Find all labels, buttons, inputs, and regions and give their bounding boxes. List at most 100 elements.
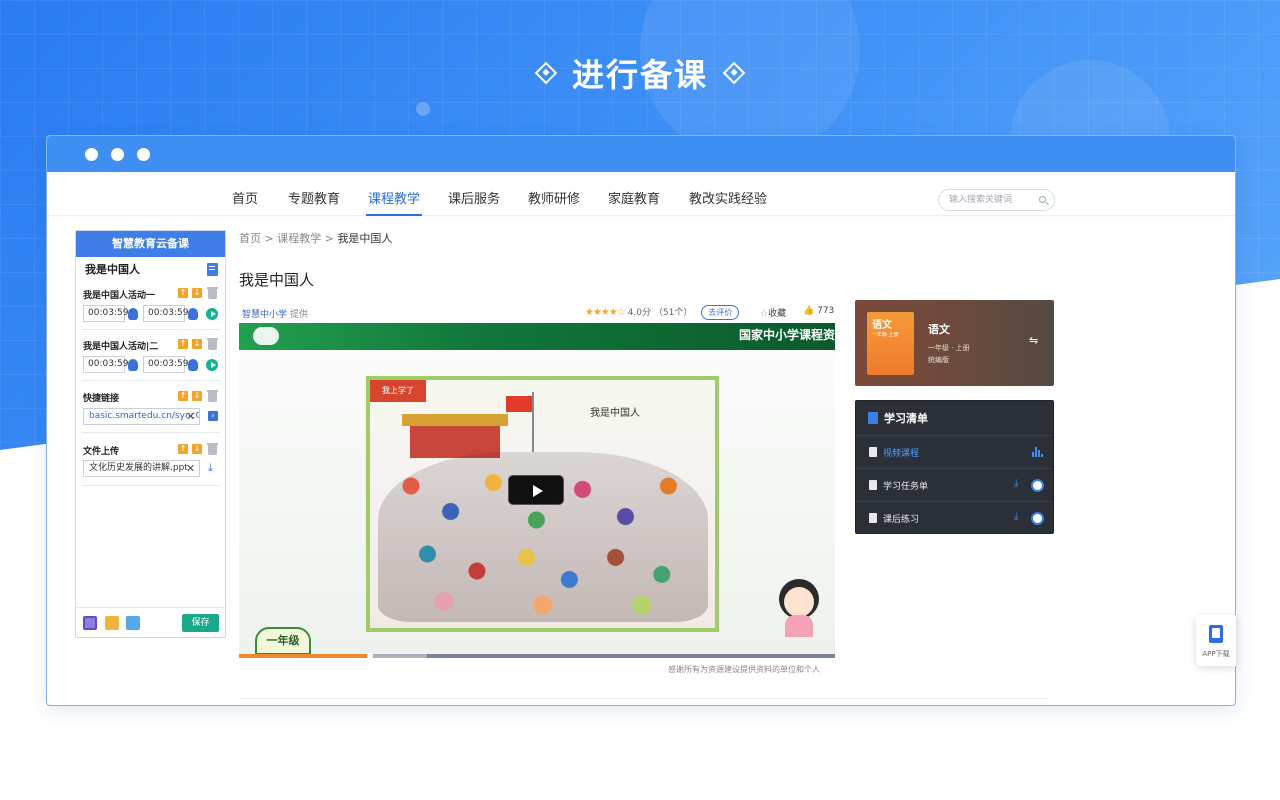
book-name: 语文 xyxy=(928,323,950,336)
video-banner: 国家中小学课程资 xyxy=(239,323,835,350)
move-down-icon[interactable]: ↓ xyxy=(192,391,202,401)
trash-icon[interactable] xyxy=(207,443,218,455)
edit-icon[interactable] xyxy=(207,263,218,276)
move-down-icon[interactable]: ↓ xyxy=(192,444,202,454)
video-resource-icon[interactable] xyxy=(83,616,97,630)
clear-icon[interactable]: ✕ xyxy=(186,411,195,422)
list-item-task-sheet[interactable]: 学习任务单 ⤓ xyxy=(856,468,1053,501)
trash-icon[interactable] xyxy=(207,338,218,350)
study-list-title: 学习清单 xyxy=(884,412,928,425)
bubble xyxy=(416,102,430,116)
move-up-icon[interactable]: ↑ xyxy=(178,339,188,349)
clear-icon[interactable]: ✕ xyxy=(186,463,195,474)
study-list: 学习清单 视频课程 学习任务单 ⤓ 课后练习 ⤓ xyxy=(855,400,1054,534)
trash-icon[interactable] xyxy=(207,390,218,402)
diamond-icon xyxy=(722,61,746,85)
switch-book-icon[interactable]: ⇋ xyxy=(1029,334,1038,347)
nav-item-topics[interactable]: 专题教育 xyxy=(288,172,340,216)
nav-item-reform[interactable]: 教改实践经验 xyxy=(689,172,767,216)
end-time-field[interactable]: 00:03:59 xyxy=(143,356,188,373)
search-input[interactable]: 输入搜索关键词 xyxy=(938,189,1055,211)
activity-title: 我是中国人活动|二 xyxy=(83,342,159,352)
nav-item-home[interactable]: 首页 xyxy=(232,172,258,216)
bar-chart-icon xyxy=(1032,447,1044,457)
play-icon[interactable] xyxy=(206,359,218,371)
download-icon[interactable]: ⤓ xyxy=(1014,511,1018,522)
link-resource-icon[interactable] xyxy=(126,616,140,630)
book-edition: 统编版 xyxy=(928,356,949,364)
select-toggle[interactable] xyxy=(1031,479,1044,492)
video-player[interactable]: 国家中小学课程资 我上学了 我是中国人 一年级 xyxy=(239,323,835,658)
trash-icon[interactable] xyxy=(207,287,218,299)
move-down-icon[interactable]: ↓ xyxy=(192,288,202,298)
nav-item-teacher-training[interactable]: 教师研修 xyxy=(528,172,580,216)
quick-link-input[interactable]: basic.smartedu.cn/syncCl xyxy=(83,408,200,425)
video-progress-bar[interactable] xyxy=(239,653,835,658)
window-dot xyxy=(85,148,98,161)
logo-icon xyxy=(253,327,279,345)
textbook-card[interactable]: 语文 一年级·上册 语文 一年级 · 上册 统编版 ⇋ xyxy=(855,300,1054,386)
breadcrumb-home[interactable]: 首页 xyxy=(239,232,261,245)
nav-item-family[interactable]: 家庭教育 xyxy=(608,172,660,216)
download-icon[interactable]: ⤓ xyxy=(1014,478,1018,489)
start-time-field[interactable]: 00:03:59 xyxy=(83,305,128,322)
play-icon[interactable] xyxy=(206,308,218,320)
end-time-field[interactable]: 00:03:59 xyxy=(143,305,188,322)
pick-time-icon[interactable] xyxy=(188,308,198,320)
document-icon xyxy=(869,513,877,523)
search-icon[interactable] xyxy=(1039,196,1046,203)
list-item-video-course[interactable]: 视频课程 xyxy=(856,435,1053,468)
window-titlebar xyxy=(47,136,1235,172)
move-up-icon[interactable]: ↑ xyxy=(178,288,188,298)
breadcrumb-courses[interactable]: 课程教学 xyxy=(277,232,321,245)
download-icon[interactable]: ⤓ xyxy=(208,462,213,473)
illustration-tag: 我上学了 xyxy=(370,380,426,402)
lesson-prep-panel: 智慧教育云备课 我是中国人 我是中国人活动一 ↑ ↓ 00:03:59 00:0… xyxy=(75,230,226,638)
move-up-icon[interactable]: ↑ xyxy=(178,444,188,454)
flag-icon xyxy=(506,396,532,412)
star-rating-icon: ★★★★☆ xyxy=(585,307,626,318)
uploaded-file-field[interactable]: 文化历史发展的讲解.ppt xyxy=(83,460,200,477)
start-time-field[interactable]: 00:03:59 xyxy=(83,356,128,373)
divider xyxy=(82,329,220,330)
app-download-button[interactable]: APP下载 xyxy=(1196,615,1236,666)
nav-item-after-school[interactable]: 课后服务 xyxy=(448,172,500,216)
move-up-icon[interactable]: ↑ xyxy=(178,391,188,401)
book-grade: 一年级 · 上册 xyxy=(928,344,970,352)
thumbs-up-icon: 👍 xyxy=(803,306,815,316)
progress-handle[interactable] xyxy=(367,653,374,658)
rate-button[interactable]: 去评价 xyxy=(701,305,740,320)
lesson-title: 我是中国人 xyxy=(85,263,140,276)
pick-time-icon[interactable] xyxy=(188,359,198,371)
divider xyxy=(239,698,1049,699)
pick-time-icon[interactable] xyxy=(128,308,138,320)
browser-window: 首页 专题教育 课程教学 课后服务 教师研修 家庭教育 教改实践经验 输入搜索关… xyxy=(46,135,1236,706)
panel-footer: 保存 xyxy=(76,607,225,637)
move-down-icon[interactable]: ↓ xyxy=(192,339,202,349)
star-outline-icon: ☆ xyxy=(760,309,769,319)
select-toggle[interactable] xyxy=(1031,512,1044,525)
book-cover: 语文 一年级·上册 xyxy=(867,312,914,375)
quick-link-title: 快捷链接 xyxy=(83,394,120,404)
list-item-exercise[interactable]: 课后练习 ⤓ xyxy=(856,501,1053,534)
rating: ★★★★☆ 4.0分 （51个） 去评价 xyxy=(585,305,740,320)
grade-badge: 一年级 xyxy=(255,627,311,655)
document-resource-icon[interactable] xyxy=(105,616,119,630)
divider xyxy=(82,432,220,433)
provider-link[interactable]: 智慧中小学 xyxy=(242,310,287,320)
like-button[interactable]: 👍 773 xyxy=(803,306,834,316)
window-dot xyxy=(137,148,150,161)
divider xyxy=(82,380,220,381)
diamond-icon xyxy=(534,61,558,85)
document-icon xyxy=(869,480,877,490)
progress-fill xyxy=(239,654,371,658)
breadcrumb-current: 我是中国人 xyxy=(337,232,393,245)
favorite-button[interactable]: ☆收藏 xyxy=(760,306,786,319)
pick-time-icon[interactable] xyxy=(128,359,138,371)
save-button[interactable]: 保存 xyxy=(182,614,219,632)
nav-item-courses[interactable]: 课程教学 xyxy=(365,172,423,216)
page-title: 我是中国人 xyxy=(239,271,315,289)
play-button[interactable] xyxy=(508,475,564,505)
thanks-note: 感谢所有为资源建设提供资料的单位和个人 xyxy=(668,665,820,674)
open-link-icon[interactable]: › xyxy=(208,411,218,421)
